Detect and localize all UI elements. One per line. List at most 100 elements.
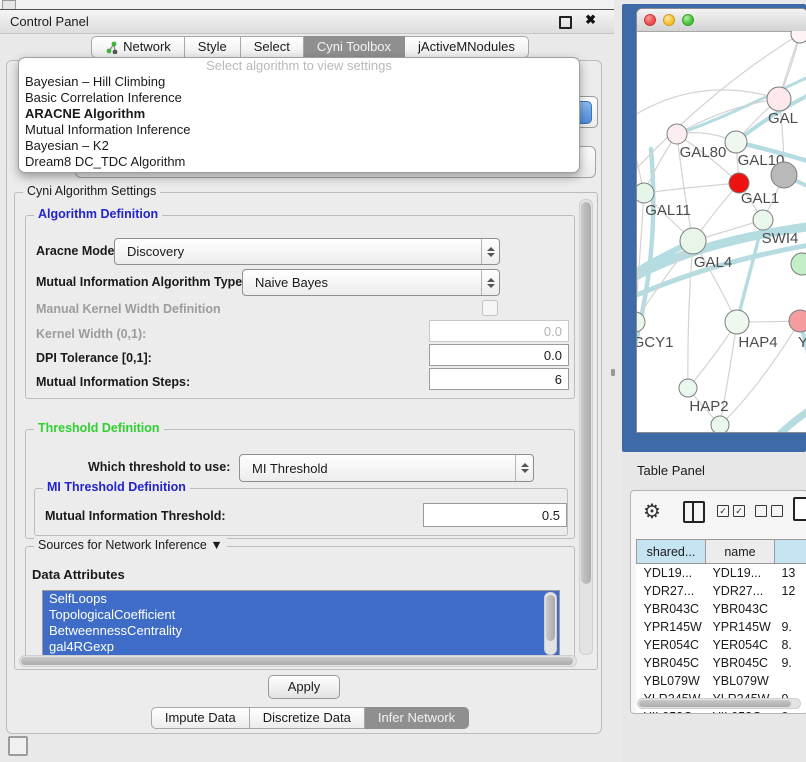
table-cell[interactable]: 8. <box>774 636 806 654</box>
dpi-tolerance-field[interactable]: 0.0 <box>429 344 569 366</box>
network-node[interactable] <box>791 31 806 43</box>
network-canvas[interactable]: GALGAL80GAL10GAL1GAL11SWI4GAL4GCY1HAP4YH… <box>637 31 806 432</box>
close-icon[interactable]: ✖ <box>585 12 596 28</box>
network-node[interactable] <box>791 253 806 275</box>
tab-jactivemnodules[interactable]: jActiveMNodules <box>405 36 529 58</box>
table-column-header[interactable]: shared... <box>637 540 706 564</box>
apply-button[interactable]: Apply <box>268 675 340 699</box>
mi-steps-field[interactable]: 6 <box>429 368 569 390</box>
table-column-header[interactable] <box>774 540 806 564</box>
network-node-hap2[interactable] <box>679 379 697 397</box>
table-cell[interactable]: YDR27... <box>637 582 706 600</box>
attr-list-scrollbar[interactable] <box>544 592 557 655</box>
table-cell[interactable]: YPR145W <box>637 618 706 636</box>
algorithm-option[interactable]: Dream8 DC_TDC Algorithm <box>19 154 579 170</box>
settings-horizontal-scrollbar[interactable] <box>19 655 577 667</box>
table-cell[interactable]: YBL079W <box>637 672 706 690</box>
network-node[interactable] <box>711 416 729 432</box>
network-node[interactable] <box>771 162 797 188</box>
table-horizontal-scrollbar[interactable] <box>637 698 801 709</box>
tab-network[interactable]: Network <box>91 36 185 58</box>
window-minimize-light[interactable] <box>663 14 675 26</box>
table-cell[interactable]: 13 <box>774 564 806 583</box>
data-attribute-item[interactable]: SelfLoops <box>43 591 559 607</box>
data-attribute-item[interactable]: BetweennessCentrality <box>43 623 559 639</box>
network-node-gal4[interactable] <box>680 228 706 254</box>
table-cell[interactable]: YER054C <box>637 636 706 654</box>
tab-discretize-data[interactable]: Discretize Data <box>250 707 365 729</box>
gear-icon[interactable]: ⚙ <box>643 499 661 524</box>
table-column-header[interactable]: name <box>705 540 774 564</box>
mi-type-combo[interactable]: Naive Bayes <box>242 269 500 296</box>
table-cell[interactable]: YBR043C <box>637 600 706 618</box>
table-cell[interactable]: YBR045C <box>637 654 706 672</box>
table-cell[interactable]: YBR045C <box>705 654 774 672</box>
mi-threshold-field[interactable]: 0.5 <box>423 503 567 527</box>
attr-list-scroll-thumb[interactable] <box>546 595 555 641</box>
data-attribute-item[interactable]: TopologicalCoefficient <box>43 607 559 623</box>
columns-icon[interactable] <box>683 501 705 523</box>
tab-impute-data[interactable]: Impute Data <box>151 707 250 729</box>
which-threshold-combo[interactable]: MI Threshold <box>239 454 534 482</box>
network-node-gal80[interactable] <box>667 124 687 144</box>
table-cell[interactable]: 12 <box>774 582 806 600</box>
table-row[interactable]: YBR043CYBR043C <box>637 600 806 618</box>
table-row[interactable]: YPR145WYPR145W9. <box>637 618 806 636</box>
deselect-all-columns-icon[interactable] <box>755 505 783 517</box>
algorithm-option[interactable]: Mutual Information Inference <box>19 122 579 138</box>
algorithm-option[interactable]: ARACNE Algorithm <box>19 106 579 122</box>
algorithm-option[interactable]: Bayesian – K2 <box>19 138 579 154</box>
table-cell[interactable]: YDL19... <box>637 564 706 583</box>
network-node-y[interactable] <box>789 310 806 332</box>
algorithm-option[interactable]: Basic Correlation Inference <box>19 90 579 106</box>
settings-hscroll-thumb[interactable] <box>21 657 573 665</box>
network-edge[interactable] <box>755 403 806 432</box>
new-table-icon[interactable] <box>793 497 806 521</box>
collapse-arrow-icon[interactable]: ▼ <box>210 538 222 552</box>
table-row[interactable]: YBR045CYBR045C9. <box>637 654 806 672</box>
network-node-swi4[interactable] <box>753 210 773 230</box>
table-cell[interactable]: YPR145W <box>705 618 774 636</box>
network-node-hap4[interactable] <box>725 310 749 334</box>
window-close-light[interactable] <box>644 14 656 26</box>
kernel-width-field[interactable]: 0.0 <box>429 320 569 342</box>
manual-kernel-checkbox[interactable] <box>482 300 498 316</box>
table-cell[interactable]: 9. <box>774 618 806 636</box>
table-row[interactable]: YER054CYER054C8. <box>637 636 806 654</box>
select-all-columns-icon[interactable]: ✓ ✓ <box>717 505 745 517</box>
tab-infer-network[interactable]: Infer Network <box>365 707 469 729</box>
table-cell[interactable]: YBR043C <box>705 600 774 618</box>
panel-toggle-icon[interactable] <box>8 736 28 756</box>
window-zoom-light[interactable] <box>682 14 694 26</box>
table-cell[interactable]: 9. <box>774 654 806 672</box>
network-node-gal11[interactable] <box>637 183 654 203</box>
splitter-handle[interactable] <box>611 369 615 376</box>
table-cell[interactable]: YDR27... <box>705 582 774 600</box>
settings-vscroll-thumb[interactable] <box>581 202 591 584</box>
table-row[interactable]: YDR27...YDR27...12 <box>637 582 806 600</box>
aracne-mode-combo[interactable]: Discovery <box>114 238 500 265</box>
table-cell[interactable]: YER054C <box>705 636 774 654</box>
table-cell[interactable]: YBL079W <box>705 672 774 690</box>
table-cell[interactable] <box>774 600 806 618</box>
network-edge[interactable] <box>644 183 739 193</box>
tab-cyni-toolbox[interactable]: Cyni Toolbox <box>304 36 405 58</box>
network-edge[interactable] <box>688 241 693 388</box>
network-window-titlebar[interactable] <box>637 9 806 32</box>
table-row[interactable]: YBL079WYBL079W <box>637 672 806 690</box>
data-attribute-item[interactable]: gal4RGexp <box>43 639 559 655</box>
panel-splitter[interactable] <box>614 0 622 762</box>
tab-style[interactable]: Style <box>185 36 241 58</box>
table-hscroll-thumb[interactable] <box>639 700 791 707</box>
table-cell[interactable] <box>774 672 806 690</box>
tab-select[interactable]: Select <box>241 36 304 58</box>
float-window-icon[interactable] <box>559 16 572 29</box>
network-node-gal10[interactable] <box>725 131 747 153</box>
network-node-gal[interactable] <box>767 87 791 111</box>
network-edge[interactable] <box>637 121 644 193</box>
network-edge[interactable] <box>637 90 779 121</box>
algorithm-option[interactable]: Bayesian – Hill Climbing <box>19 74 579 90</box>
settings-vertical-scrollbar[interactable] <box>579 199 593 655</box>
table-cell[interactable]: YDL19... <box>705 564 774 583</box>
table-row[interactable]: YDL19...YDL19...13 <box>637 564 806 583</box>
